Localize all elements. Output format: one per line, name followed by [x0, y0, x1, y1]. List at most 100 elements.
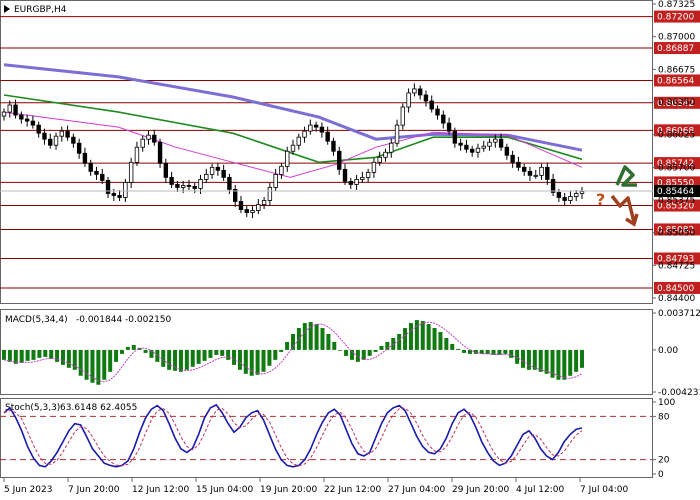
time-tick-label: 7 Jun 20:00	[68, 485, 120, 495]
candle-body	[342, 168, 348, 182]
candle-body	[204, 173, 209, 180]
candle-body	[365, 171, 371, 178]
candle-body	[152, 134, 157, 143]
macd-bar	[503, 349, 508, 354]
candle-body	[371, 161, 377, 173]
candle-body	[475, 147, 481, 153]
candle-body	[76, 142, 82, 154]
macd-bar	[60, 349, 65, 365]
candle-body	[458, 142, 463, 146]
candle-body	[302, 130, 307, 138]
macd-bar	[143, 349, 148, 353]
macd-bar	[438, 332, 443, 350]
macd-bar	[574, 349, 579, 372]
stoch-tick-label: 20	[658, 456, 670, 466]
candle-body	[296, 136, 301, 146]
macd-bar	[485, 349, 490, 354]
stoch-tick-label: 100	[658, 398, 675, 408]
macd-bar	[568, 349, 573, 376]
macd-bar	[102, 349, 107, 380]
candle-body	[59, 130, 64, 137]
candle-body	[568, 196, 573, 201]
macd-bar	[267, 349, 272, 366]
macd-bar	[414, 320, 419, 350]
macd-bar	[7, 349, 12, 362]
candle-body	[48, 138, 53, 146]
price-tick-label: 0.85050	[658, 229, 695, 239]
macd-bar	[202, 349, 207, 361]
candle-body	[308, 124, 313, 132]
candle-body	[169, 176, 174, 185]
candle-body	[319, 126, 325, 133]
macd-bar	[302, 323, 307, 350]
macd-bar	[237, 349, 242, 370]
macd-bar	[279, 349, 284, 352]
macd-bar	[84, 349, 89, 380]
candle-body	[406, 92, 411, 108]
macd-bar	[220, 349, 225, 356]
level-label: 0.87200	[657, 13, 694, 23]
candle-body	[192, 186, 197, 189]
candle-body	[435, 108, 440, 116]
macd-bar	[509, 349, 514, 358]
macd-tick-label: 0.00	[658, 346, 678, 356]
macd-bar	[285, 341, 290, 350]
candle-body	[527, 170, 533, 176]
macd-bar	[96, 349, 101, 385]
candle-body	[244, 209, 249, 213]
candle-body	[516, 161, 521, 168]
macd-bar	[403, 328, 408, 350]
macd-bar	[78, 349, 83, 376]
price-tick-label: 0.87000	[658, 33, 695, 43]
time-tick-label: 5 Jun 2023	[4, 485, 52, 495]
candle-body	[417, 88, 423, 96]
candle-body	[446, 122, 452, 132]
macd-bar	[131, 344, 136, 350]
macd-bar	[338, 349, 343, 351]
current-price-label: 0.85464	[657, 187, 694, 197]
candle-body	[452, 130, 458, 144]
candle-body	[360, 176, 365, 180]
candle-body	[36, 124, 41, 134]
candle-body	[198, 178, 203, 189]
macd-bar	[562, 349, 567, 380]
macd-bar	[379, 345, 384, 350]
candle-body	[389, 142, 394, 153]
price-tick-label: 0.84725	[658, 261, 695, 271]
candle-body	[423, 94, 429, 102]
candle-body	[146, 134, 151, 140]
macd-bar	[332, 341, 337, 350]
candle-body	[123, 182, 128, 198]
macd-bar	[196, 349, 201, 364]
macd-bar	[243, 349, 248, 374]
macd-bar	[373, 349, 378, 352]
candle-body	[186, 185, 192, 187]
time-tick-label: 7 Jul 04:00	[580, 485, 629, 495]
candle-body	[579, 191, 585, 194]
candle-body	[562, 197, 567, 201]
candle-body	[441, 114, 446, 124]
level-label: 0.84500	[657, 284, 694, 294]
macd-bar	[232, 349, 237, 365]
macd-title: MACD(5,34,4)	[5, 315, 68, 325]
candle-body	[215, 166, 221, 171]
macd-bar	[49, 349, 54, 359]
candle-body	[331, 140, 336, 152]
time-tick-label: 19 Jun 20:00	[260, 485, 317, 495]
macd-bar	[19, 349, 24, 363]
macd-tick-label: 0.003712	[658, 309, 700, 319]
candle-body	[94, 170, 99, 175]
macd-bar	[273, 349, 278, 360]
macd-bar	[397, 334, 402, 350]
candle-body	[464, 144, 469, 150]
macd-bar	[55, 349, 60, 362]
price-tick-label: 0.86025	[658, 131, 695, 141]
macd-bar	[314, 324, 319, 350]
candle-body	[545, 166, 550, 180]
candle-body	[128, 161, 134, 183]
price-tick-label: 0.87325	[658, 0, 695, 10]
macd-values: -0.001844 -0.002150	[76, 315, 172, 325]
candle-body	[42, 132, 47, 140]
candle-body	[348, 181, 353, 185]
macd-bar	[214, 349, 219, 355]
